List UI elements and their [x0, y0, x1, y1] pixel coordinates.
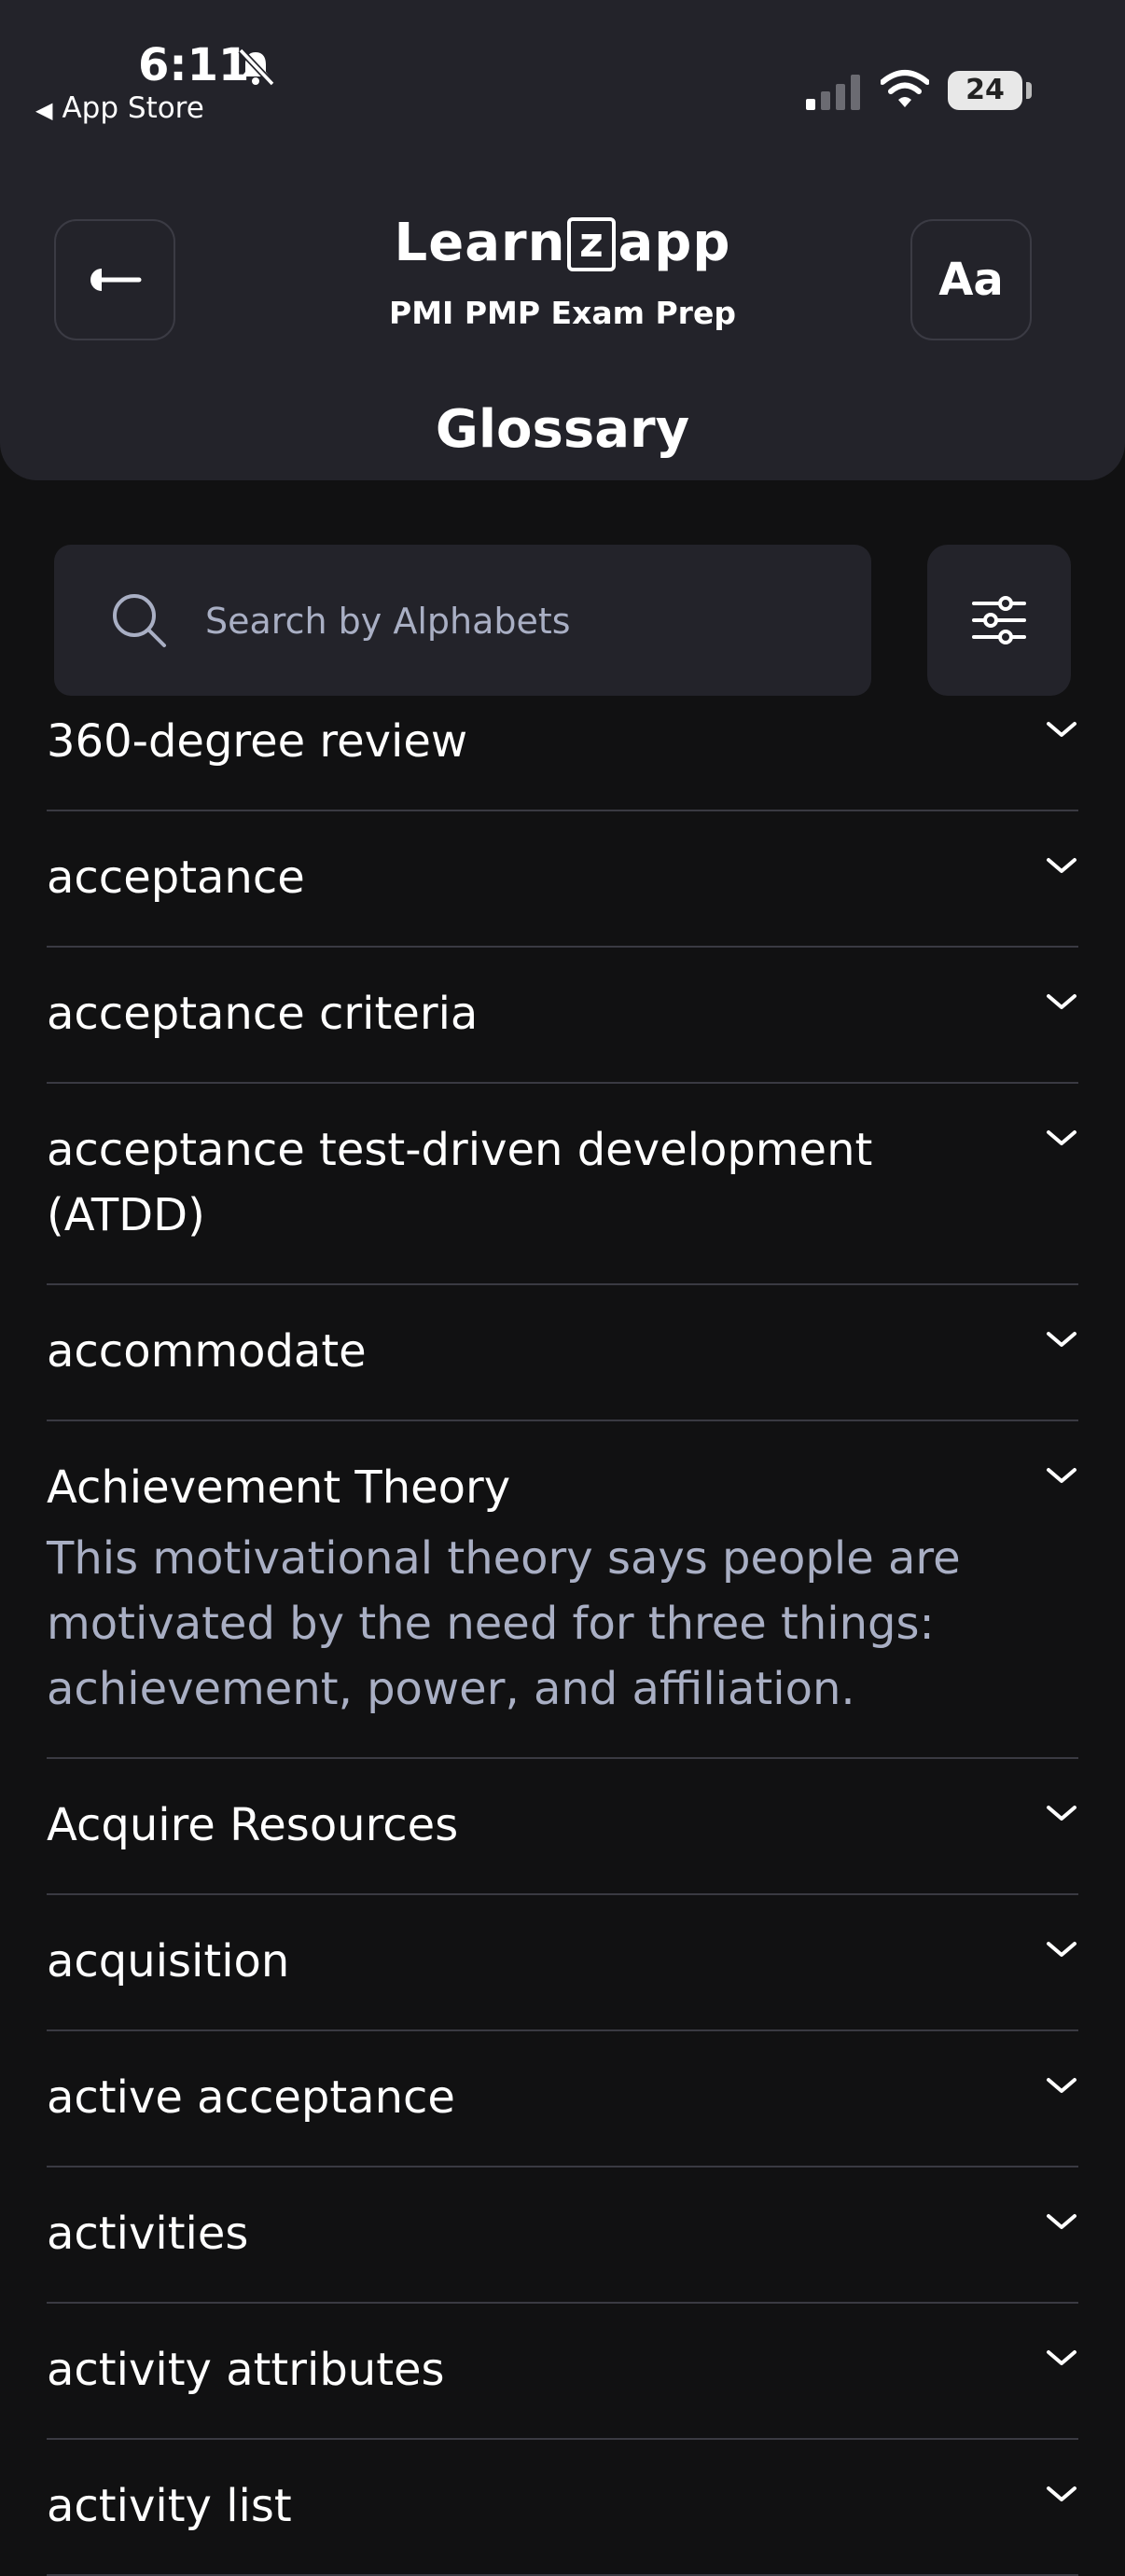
chevron-down-icon[interactable] [1045, 2074, 1078, 2097]
arrow-left-icon [90, 269, 142, 291]
glossary-item[interactable]: activity list [47, 2440, 1078, 2576]
glossary-item[interactable]: acceptance [47, 811, 1078, 948]
glossary-term: accommodate [47, 1325, 367, 1378]
back-button[interactable] [54, 219, 175, 340]
chevron-down-icon[interactable] [1045, 1127, 1078, 1149]
chevron-down-icon[interactable] [1045, 1464, 1078, 1487]
glossary-term: acceptance [47, 852, 305, 904]
back-app-label: App Store [62, 91, 204, 125]
app-subtitle: PMI PMP Exam Prep [389, 295, 736, 331]
chevron-down-icon[interactable] [1045, 2347, 1078, 2369]
glossary-item[interactable]: acceptance test-driven development (ATDD… [47, 1084, 1078, 1285]
glossary-item[interactable]: accommodate [47, 1285, 1078, 1421]
glossary-term: acceptance criteria [47, 988, 479, 1040]
glossary-term: active acceptance [47, 2071, 455, 2124]
font-size-button[interactable]: Aa [910, 219, 1032, 340]
glossary-item[interactable]: acquisition [47, 1895, 1078, 2031]
glossary-term: acquisition [47, 1935, 290, 1987]
chevron-down-icon[interactable] [1045, 718, 1078, 741]
back-to-app-store[interactable]: ◀ App Store [35, 91, 204, 125]
app-header: 6:11 ◀ App Store 24 Learn z app PMI PMP Exa… [0, 0, 1125, 480]
chevron-down-icon[interactable] [1045, 2483, 1078, 2505]
glossary-item[interactable]: activities [47, 2167, 1078, 2304]
sliders-icon [972, 596, 1026, 644]
glossary-list: 360-degree review acceptance acceptance cr… [47, 696, 1078, 2576]
wifi-icon [881, 70, 929, 107]
chevron-down-icon[interactable] [1045, 1938, 1078, 1960]
status-time: 6:11 [138, 39, 250, 91]
glossary-term: Achievement Theory [47, 1461, 511, 1514]
bell-muted-icon [238, 48, 275, 87]
glossary-term: activities [47, 2208, 249, 2260]
chevron-down-icon[interactable] [1045, 854, 1078, 877]
learnzapp-logo: Learn z app [308, 213, 817, 273]
chevron-down-icon[interactable] [1045, 1328, 1078, 1350]
filter-button[interactable] [927, 545, 1071, 696]
logo-text-z: z [567, 217, 617, 271]
glossary-item[interactable]: Achievement Theory This motivational theo… [47, 1421, 1078, 1759]
glossary-term: activity list [47, 2480, 292, 2532]
search-bar[interactable] [54, 545, 871, 698]
glossary-item[interactable]: activity attributes [47, 2304, 1078, 2440]
glossary-term: acceptance test-driven development (ATDD… [47, 1124, 873, 1241]
page-title: Glossary [435, 399, 690, 460]
glossary-definition: This motivational theory says people are… [47, 1532, 961, 1715]
logo-text-app: app [618, 213, 731, 273]
battery-nub [1026, 82, 1032, 99]
chevron-down-icon[interactable] [1045, 990, 1078, 1013]
glossary-item[interactable]: 360-degree review [47, 696, 1078, 811]
glossary-item[interactable]: Acquire Resources [47, 1759, 1078, 1895]
glossary-term: Acquire Resources [47, 1799, 459, 1851]
glossary-term: 360-degree review [47, 715, 468, 768]
search-input[interactable] [203, 545, 841, 698]
glossary-term: activity attributes [47, 2344, 445, 2396]
battery-level: 24 [965, 74, 1005, 106]
chevron-down-icon[interactable] [1045, 2210, 1078, 2233]
cellular-signal-icon [806, 75, 860, 110]
glossary-item[interactable]: active acceptance [47, 2031, 1078, 2167]
chevron-down-icon[interactable] [1045, 1802, 1078, 1824]
glossary-item[interactable]: acceptance criteria [47, 948, 1078, 1084]
back-triangle-icon: ◀ [35, 97, 53, 123]
logo-text-learn: Learn [394, 213, 566, 273]
search-icon [113, 594, 166, 647]
battery-indicator: 24 [948, 71, 1022, 110]
